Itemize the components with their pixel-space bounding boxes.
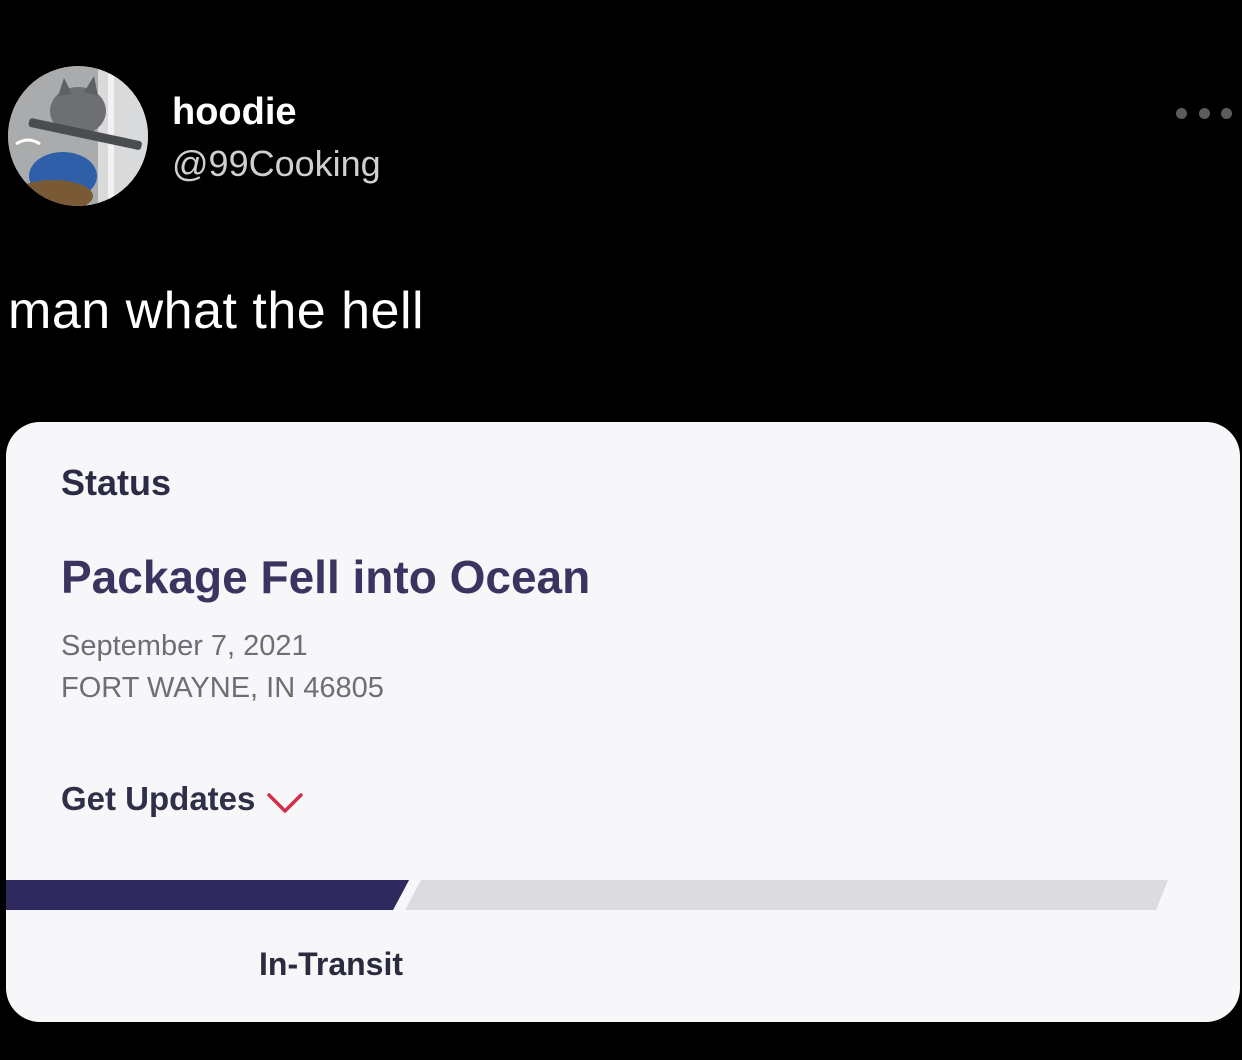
- get-updates-button[interactable]: Get Updates: [61, 780, 305, 818]
- progress-label: In-Transit: [259, 946, 404, 982]
- status-location: FORT WAYNE, IN 46805: [61, 672, 384, 704]
- author-handle[interactable]: @99Cooking: [172, 143, 381, 185]
- cat-with-rifle-avatar-icon: [8, 66, 148, 206]
- progress-track: [405, 880, 1169, 910]
- get-updates-label: Get Updates: [61, 780, 256, 817]
- status-label: Status: [61, 462, 172, 503]
- more-dot: [1221, 107, 1232, 119]
- status-value: Package Fell into Ocean: [61, 551, 591, 603]
- status-date: September 7, 2021: [61, 630, 308, 662]
- tracking-card-image[interactable]: Status Package Fell into Ocean September…: [6, 422, 1240, 1022]
- chevron-down-icon: [267, 793, 304, 813]
- more-dot: [1176, 107, 1187, 119]
- tweet-text: man what the hell: [8, 282, 425, 340]
- progress-bar: [6, 880, 1169, 910]
- progress-fill: [6, 880, 410, 910]
- author-display-name[interactable]: hoodie: [172, 90, 297, 134]
- more-options-icon[interactable]: [1176, 100, 1232, 126]
- avatar[interactable]: [8, 66, 148, 206]
- more-dot: [1198, 107, 1210, 119]
